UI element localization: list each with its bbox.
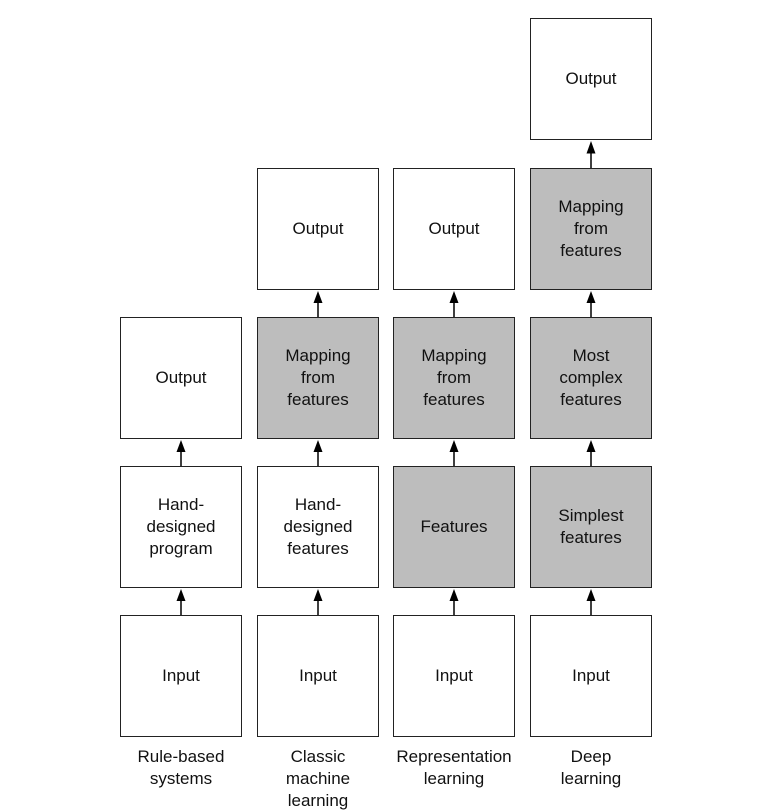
column-1-caption: Rule-based systems [137,747,225,788]
arrow-head [176,440,186,452]
column-1-box-3: Output [120,317,242,439]
column-1-box-2: Hand- designed program [120,466,242,588]
arrow-head [586,440,596,452]
up-arrow-icon [586,291,596,317]
column-2-caption: Classic machine learning [285,747,351,810]
arrow-head [313,440,323,452]
arrow-head [449,291,459,303]
arrow-head [313,589,323,601]
column-3-box-3: Mapping from features [393,317,515,439]
arrow-head [176,589,186,601]
arrow-head [586,291,596,303]
column-3-box-1: Input [393,615,515,737]
column-3-caption: Representation learning [396,747,512,788]
up-arrow-icon [176,589,186,615]
up-arrow-icon [313,440,323,466]
up-arrow-icon [449,291,459,317]
up-arrow-icon [449,440,459,466]
arrow-head [586,589,596,601]
arrow-head [313,291,323,303]
up-arrow-icon [449,589,459,615]
up-arrow-icon [176,440,186,466]
column-2-box-3: Mapping from features [257,317,379,439]
arrow-head [449,440,459,452]
up-arrow-icon [586,589,596,615]
column-3-box-2: Features [393,466,515,588]
arrow-head [586,141,596,154]
up-arrow-icon [586,440,596,466]
column-2-box-2: Hand- designed features [257,466,379,588]
column-4-box-4: Mapping from features [530,168,652,290]
column-4-caption: Deep learning [560,747,622,788]
arrow-head [449,589,459,601]
column-3-box-4: Output [393,168,515,290]
up-arrow-icon [313,589,323,615]
column-4-box-5: Output [530,18,652,140]
column-2-box-4: Output [257,168,379,290]
column-4-box-3: Most complex features [530,317,652,439]
up-arrow-icon [586,141,596,168]
column-1-box-1: Input [120,615,242,737]
up-arrow-icon [313,291,323,317]
column-4-box-1: Input [530,615,652,737]
column-4-box-2: Simplest features [530,466,652,588]
column-2-box-1: Input [257,615,379,737]
